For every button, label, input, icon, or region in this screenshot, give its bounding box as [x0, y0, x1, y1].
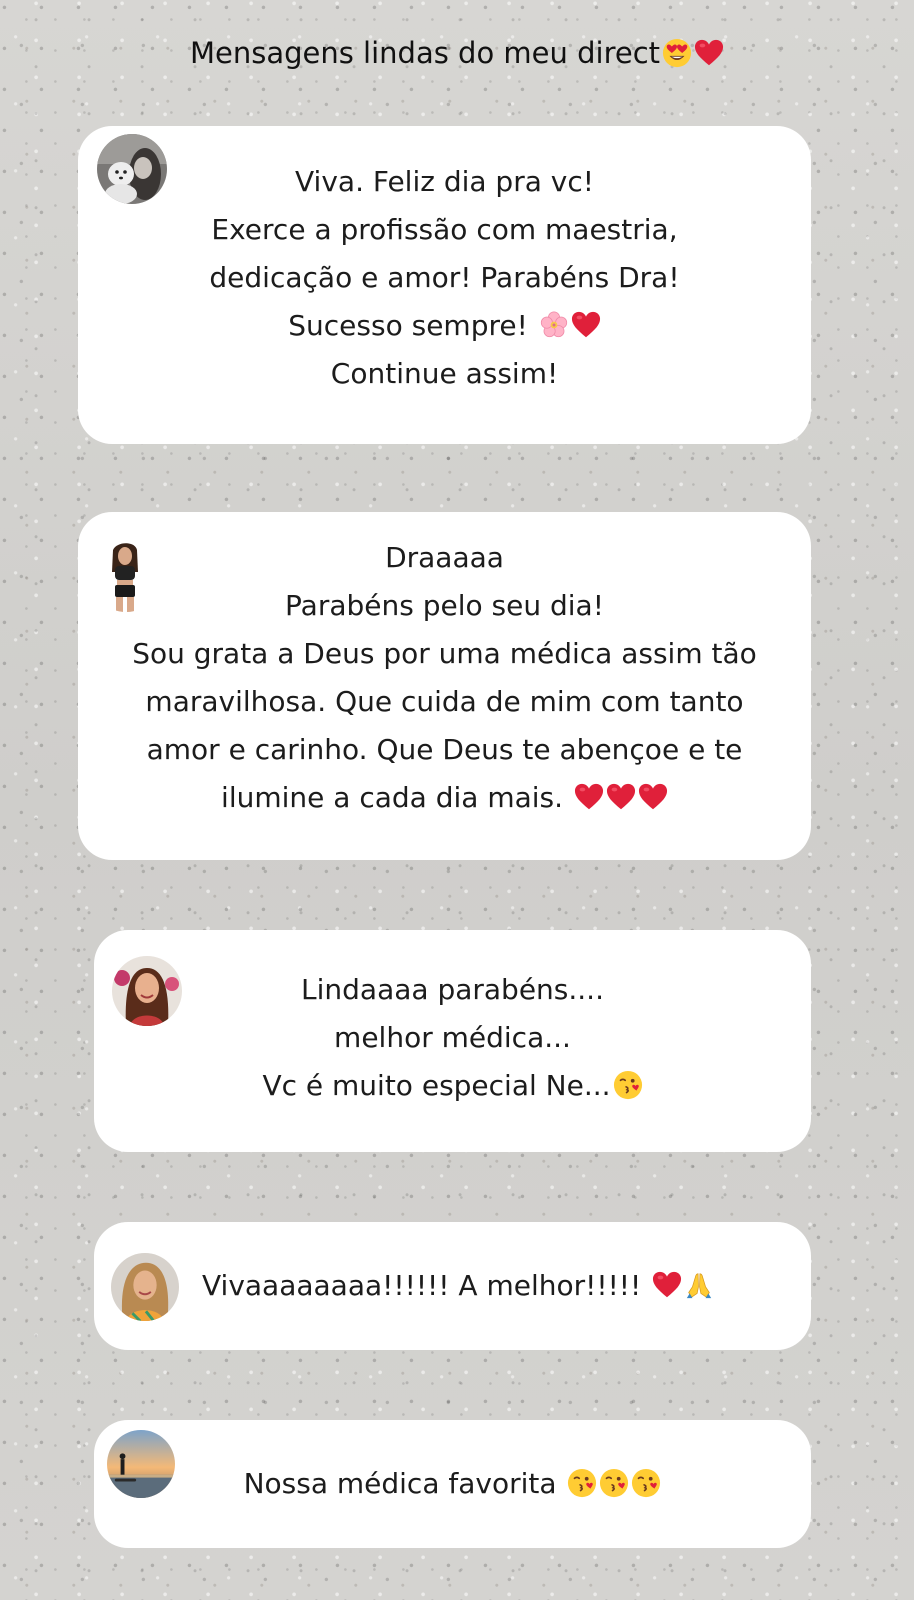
- message-text-4: Vivaaaaaaaa!!!!!! A melhor!!!!!: [202, 1262, 714, 1310]
- message-line: ilumine a cada dia mais.: [221, 781, 564, 814]
- message-line: Continue assim!: [330, 357, 559, 390]
- red-heart-icon: [606, 782, 636, 812]
- folded-hands-icon: [684, 1270, 714, 1300]
- message-card-2: Draaaaa Parabéns pelo seu dia! Sou grata…: [78, 512, 811, 860]
- story-title-text: Mensagens lindas do meu direct: [189, 36, 661, 70]
- message-line: Exerce a profissão com maestria,: [211, 213, 678, 246]
- kissing-face-icon: [567, 1468, 597, 1498]
- message-line: Viva. Feliz dia pra vc!: [295, 165, 594, 198]
- red-heart-icon: [571, 310, 601, 340]
- heart-eyes-emoji-icon: [662, 38, 692, 68]
- sender-avatar-4: [111, 1253, 179, 1321]
- message-line: Sucesso sempre!: [288, 309, 528, 342]
- message-line: Lindaaaa parabéns....: [301, 973, 604, 1006]
- message-line: Sou grata a Deus por uma médica assim tã…: [132, 637, 757, 670]
- message-line: Vivaaaaaaaa!!!!!! A melhor!!!!!: [202, 1269, 642, 1302]
- red-heart-icon: [574, 782, 604, 812]
- message-text-5: Nossa médica favorita: [94, 1460, 811, 1508]
- kissing-face-icon: [599, 1468, 629, 1498]
- message-card-1: Viva. Feliz dia pra vc! Exerce a profiss…: [78, 126, 811, 444]
- cherry-blossom-icon: [539, 310, 569, 340]
- message-line: Draaaaa: [385, 541, 504, 574]
- red-heart-icon: [652, 1270, 682, 1300]
- message-card-5: Nossa médica favorita: [94, 1420, 811, 1548]
- message-text-3: Lindaaaa parabéns.... melhor médica... V…: [94, 966, 811, 1110]
- kissing-face-icon: [613, 1070, 643, 1100]
- message-line: maravilhosa. Que cuida de mim com tanto: [145, 685, 744, 718]
- message-line: melhor médica...: [334, 1021, 571, 1054]
- message-line: dedicação e amor! Parabéns Dra!: [209, 261, 680, 294]
- message-card-3: Lindaaaa parabéns.... melhor médica... V…: [94, 930, 811, 1152]
- message-line: Vc é muito especial Ne...: [262, 1069, 611, 1102]
- kissing-face-icon: [631, 1468, 661, 1498]
- story-title: Mensagens lindas do meu direct: [0, 36, 914, 70]
- red-heart-icon: [694, 38, 724, 68]
- message-text-2: Draaaaa Parabéns pelo seu dia! Sou grata…: [78, 534, 811, 822]
- message-text-1: Viva. Feliz dia pra vc! Exerce a profiss…: [78, 158, 811, 398]
- message-line: Parabéns pelo seu dia!: [285, 589, 604, 622]
- message-card-4: Vivaaaaaaaa!!!!!! A melhor!!!!!: [94, 1222, 811, 1350]
- message-line: amor e carinho. Que Deus te abençoe e te: [146, 733, 743, 766]
- red-heart-icon: [638, 782, 668, 812]
- message-line: Nossa médica favorita: [243, 1467, 557, 1500]
